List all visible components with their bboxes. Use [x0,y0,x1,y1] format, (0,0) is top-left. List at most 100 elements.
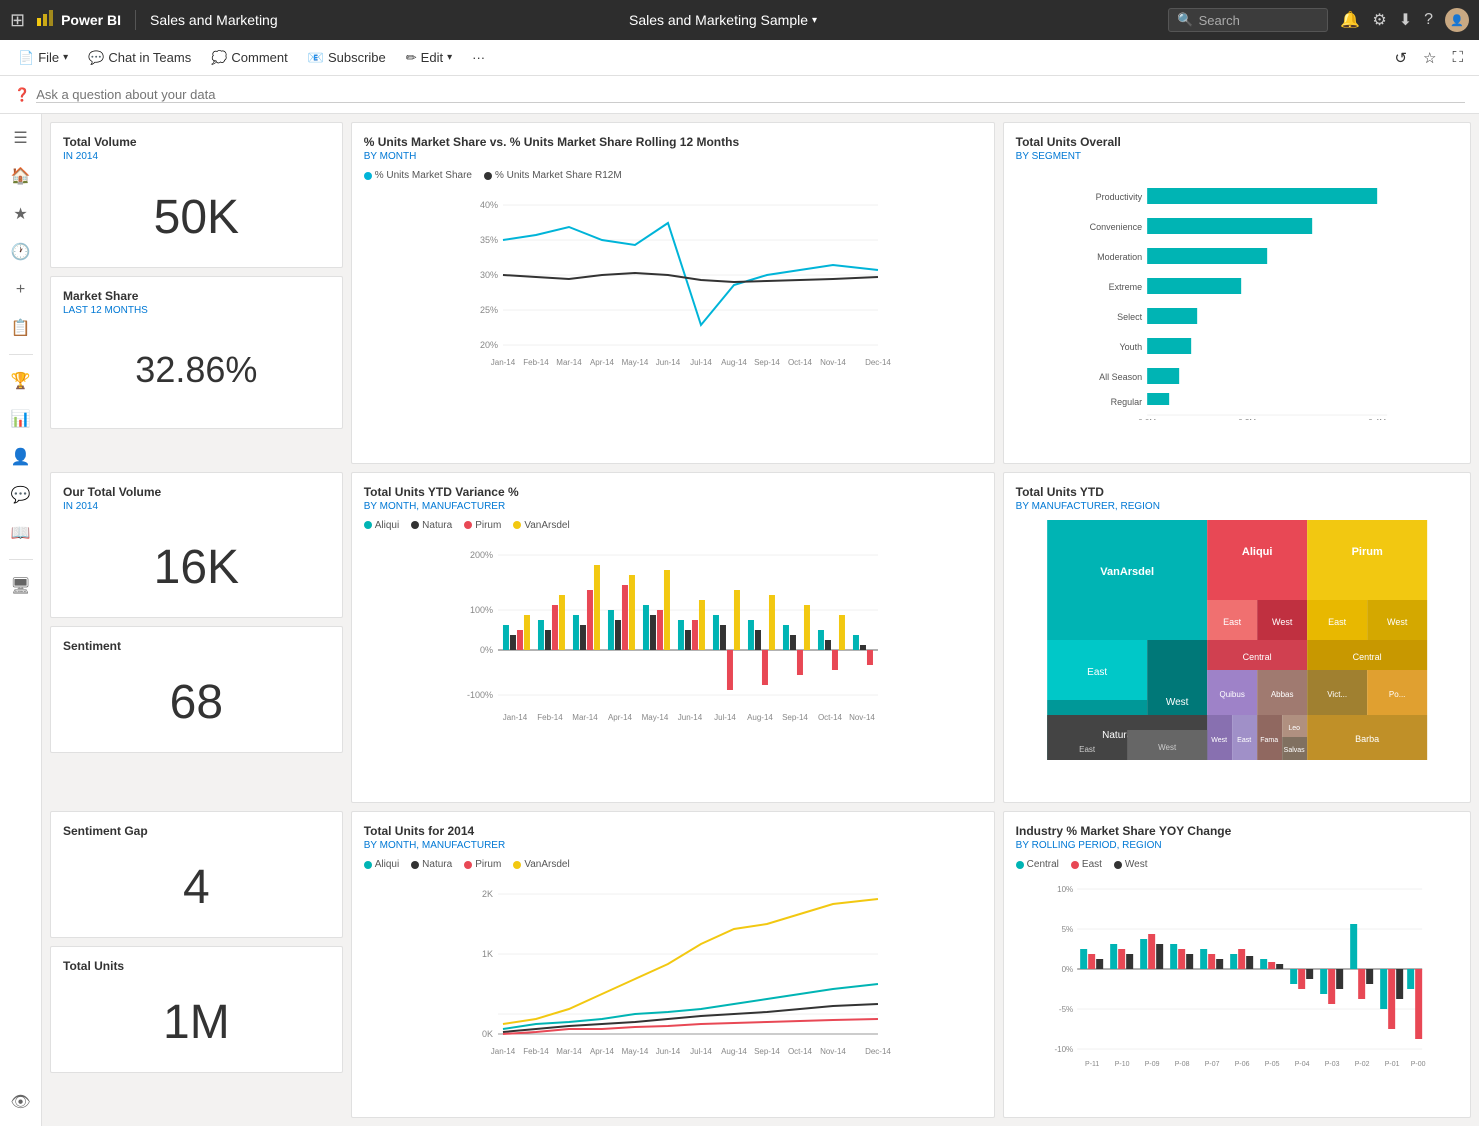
svg-text:35%: 35% [480,235,498,245]
svg-text:Feb-14: Feb-14 [537,713,563,722]
favorite-icon[interactable]: ☆ [1417,45,1442,71]
svg-text:Moderation: Moderation [1097,252,1142,262]
sidebar-favorites-icon[interactable]: ★ [5,198,37,230]
svg-text:Central: Central [1352,652,1381,662]
sidebar-create-icon[interactable]: + [5,274,37,306]
svg-text:West: West [1166,697,1189,708]
svg-text:-10%: -10% [1054,1045,1073,1054]
total-units-2014-legend: Aliqui Natura Pirum VanArsdel [364,859,982,870]
svg-text:West: West [1272,617,1293,627]
settings-icon[interactable]: ⚙ [1372,10,1386,30]
search-input[interactable] [1199,13,1320,28]
file-icon: 📄 [18,50,34,66]
comment-button[interactable]: 💭 Comment [203,46,296,70]
account-icon[interactable]: 👤 [1445,8,1469,32]
svg-text:Regular: Regular [1110,397,1142,407]
workspace-label[interactable]: Sales and Marketing [150,12,278,28]
more-button[interactable]: ··· [464,46,493,69]
svg-text:Abbas: Abbas [1270,690,1293,699]
svg-text:Oct-14: Oct-14 [788,358,813,367]
app-grid-icon[interactable]: ⊞ [10,10,25,31]
svg-text:East: East [1087,667,1107,678]
total-units-overall-title: Total Units Overall [1016,135,1458,149]
fullscreen-icon[interactable]: ⛶ [1446,45,1469,71]
svg-text:25%: 25% [480,305,498,315]
svg-text:Sep-14: Sep-14 [754,358,780,367]
svg-text:Fama: Fama [1260,737,1278,744]
sidebar-menu-icon[interactable]: ☰ [5,122,37,154]
svg-text:Productivity: Productivity [1095,192,1142,202]
subscribe-label: Subscribe [328,50,386,65]
svg-text:-100%: -100% [467,690,493,700]
download-icon[interactable]: ⬇ [1399,10,1412,30]
total-units-2014-svg: 2K 1K 0K Jan-14 Feb-14 Mar-14 Apr-14 May… [364,874,982,1074]
total-units-2014-title: Total Units for 2014 [364,824,982,838]
sidebar-chat-icon[interactable]: 💬 [5,479,37,511]
svg-text:Mar-14: Mar-14 [572,713,598,722]
total-units-overall-svg: Productivity Convenience Moderation Extr… [1016,170,1458,420]
main-layout: ☰ 🏠 ★ 🕐 + 📋 🏆 📊 👤 💬 📖 🖥 👁 Total Volume I… [0,114,1479,1126]
question-input[interactable] [36,87,376,102]
svg-text:Aug-14: Aug-14 [747,713,773,722]
svg-text:Mar-14: Mar-14 [556,1047,582,1056]
total-units-ytd-subtitle: BY MANUFACTURER, REGION [1016,501,1458,512]
sidebar-people-icon[interactable]: 👤 [5,441,37,473]
svg-text:P-08: P-08 [1174,1061,1189,1068]
svg-text:Dec-14: Dec-14 [865,358,891,367]
col1-row1: Total Volume IN 2014 50K Market Share LA… [50,122,343,464]
svg-text:Aug-14: Aug-14 [721,1047,747,1056]
sidebar-home-icon[interactable]: 🏠 [5,160,37,192]
dashboard: Total Volume IN 2014 50K Market Share LA… [42,114,1479,1126]
help-icon[interactable]: ? [1424,11,1433,29]
chat-in-teams-button[interactable]: 💬 Chat in Teams [80,46,199,70]
our-total-volume-title: Our Total Volume [63,485,330,499]
sub-nav-right: ↺ ☆ ⛶ [1388,45,1469,71]
search-box[interactable]: 🔍 [1168,8,1328,32]
subscribe-button[interactable]: 📧 Subscribe [300,46,394,70]
pct-units-legend: % Units Market Share % Units Market Shar… [364,170,982,181]
ytd-variance-card: Total Units YTD Variance % BY MONTH, MAN… [351,472,995,804]
more-label: ··· [472,50,485,65]
powerbi-text: Power BI [61,12,121,28]
comment-icon: 💭 [211,50,227,66]
sidebar-metrics-icon[interactable]: 🏆 [5,365,37,397]
sentiment-gap-card: Sentiment Gap 4 [50,811,343,938]
report-title[interactable]: Sales and Marketing Sample ▾ [629,12,817,28]
svg-text:P-10: P-10 [1114,1061,1129,1068]
market-share-subtitle: LAST 12 MONTHS [63,305,330,316]
file-button[interactable]: 📄 File ▾ [10,46,76,70]
sidebar-workspace-icon[interactable]: 📊 [5,403,37,435]
svg-text:0%: 0% [480,645,493,655]
top-nav: ⊞ Power BI Sales and Marketing Sales and… [0,0,1479,40]
svg-text:100%: 100% [470,605,493,615]
svg-text:Convenience: Convenience [1089,222,1142,232]
total-volume-value: 50K [63,170,330,255]
svg-text:Jan-14: Jan-14 [490,358,515,367]
sidebar-view-icon[interactable]: 👁 [5,1086,37,1118]
svg-text:0.2M: 0.2M [1238,418,1256,420]
pct-units-chart-card: % Units Market Share vs. % Units Market … [351,122,995,464]
refresh-icon[interactable]: ↺ [1388,45,1413,71]
svg-text:0K: 0K [482,1029,493,1039]
sidebar-monitor-icon[interactable]: 🖥 [5,570,37,602]
total-units-ytd-title: Total Units YTD [1016,485,1458,499]
file-label: File [38,50,59,65]
svg-text:Sep-14: Sep-14 [754,1047,780,1056]
sidebar-learn-icon[interactable]: 📖 [5,517,37,549]
svg-text:P-01: P-01 [1384,1061,1399,1068]
svg-text:P-06: P-06 [1234,1061,1249,1068]
notification-icon[interactable]: 🔔 [1340,10,1360,30]
svg-text:Apr-14: Apr-14 [590,1047,615,1056]
industry-market-share-legend: Central East West [1016,859,1458,870]
svg-text:Jun-14: Jun-14 [655,1047,680,1056]
edit-button[interactable]: ✏ Edit ▾ [398,46,460,70]
svg-text:East: East [1223,617,1242,627]
svg-text:Pirum: Pirum [1351,546,1382,558]
sidebar-recent-icon[interactable]: 🕐 [5,236,37,268]
pct-units-title: % Units Market Share vs. % Units Market … [364,135,982,149]
top-right-icons: 🔍 🔔 ⚙ ⬇ ? 👤 [1168,8,1469,32]
industry-yoy-svg: 10% 5% 0% -5% -10% [1016,874,1458,1074]
industry-market-share-subtitle: BY ROLLING PERIOD, REGION [1016,840,1458,851]
svg-text:P-04: P-04 [1294,1061,1309,1068]
sidebar-apps-icon[interactable]: 📋 [5,312,37,344]
